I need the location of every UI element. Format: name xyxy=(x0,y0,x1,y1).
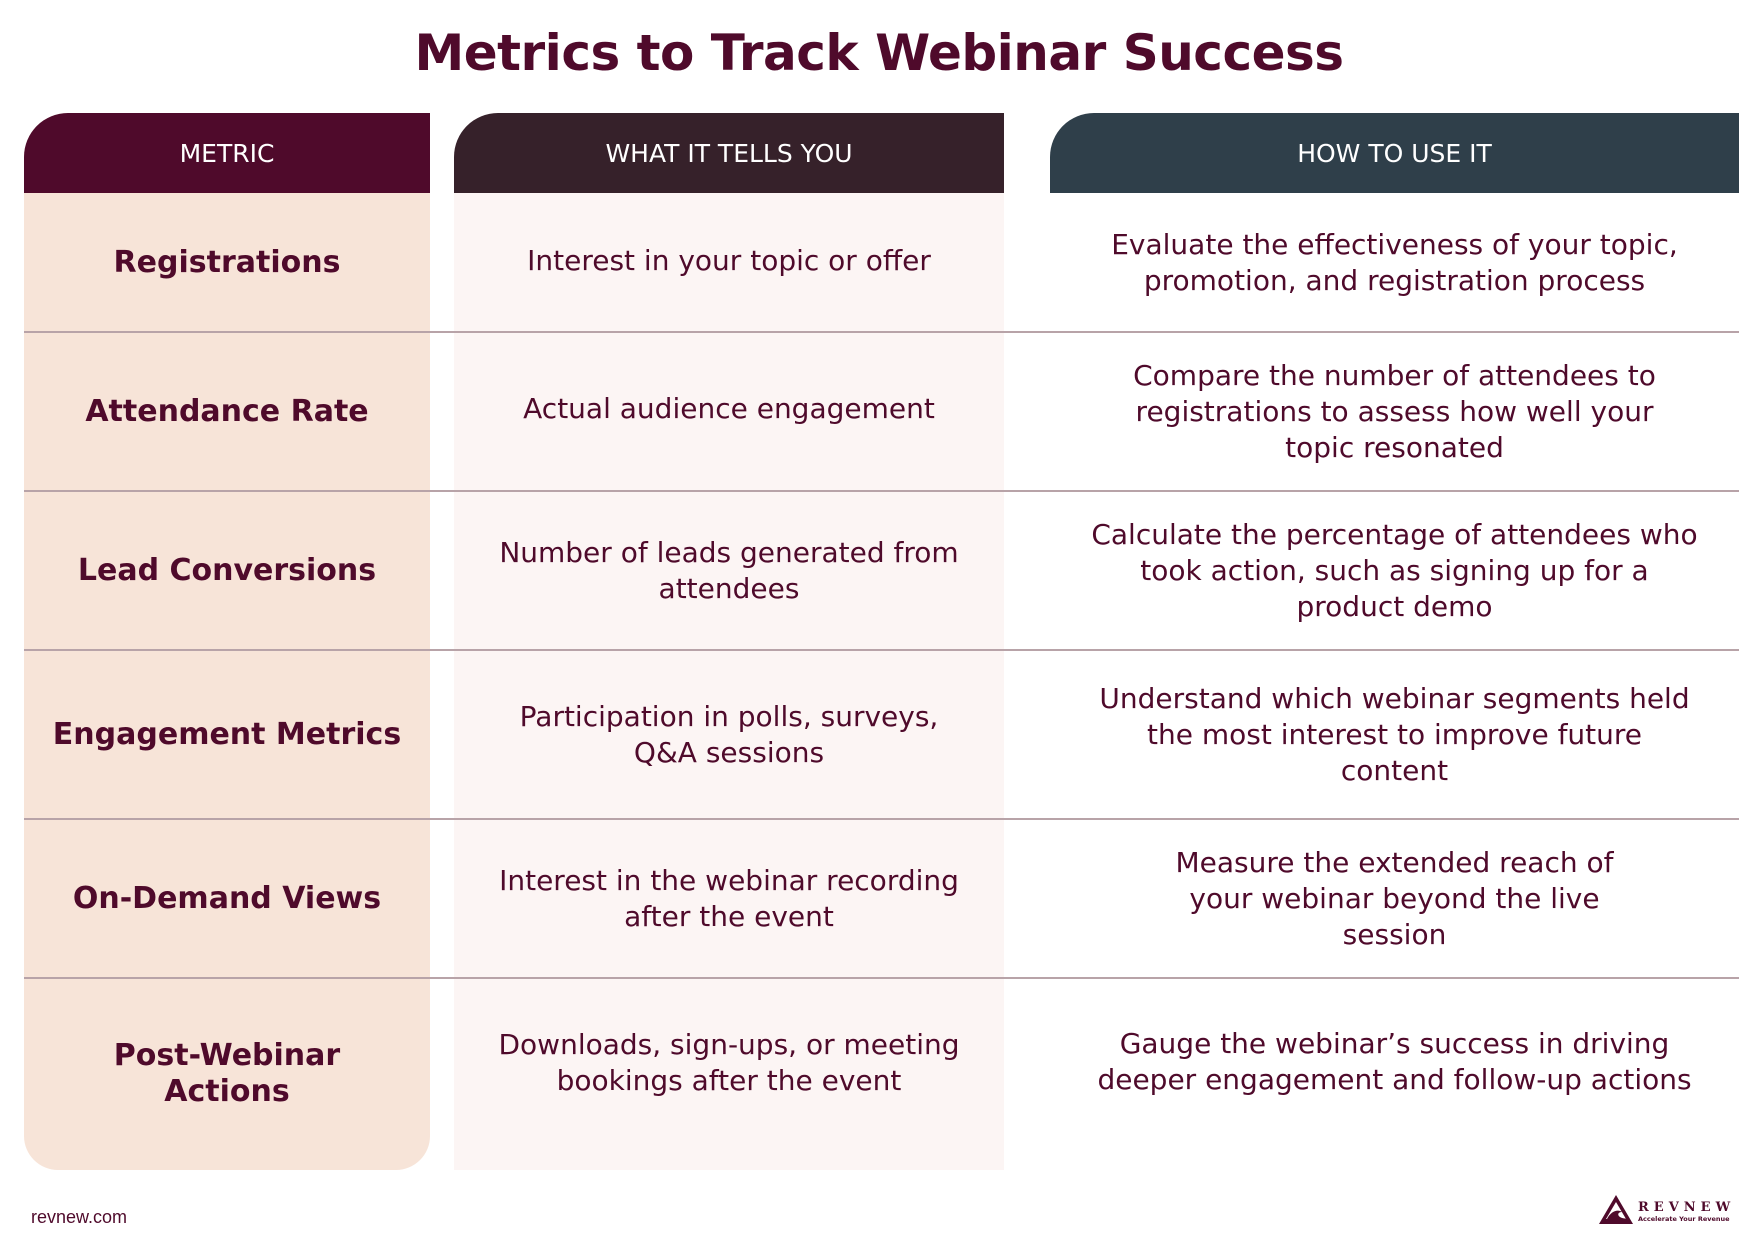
what-cell: Participation in polls, surveys, Q&A ses… xyxy=(519,699,939,769)
how-cell: Understand which webinar segments held t… xyxy=(1099,681,1690,787)
how-header: HOW TO USE IT xyxy=(1050,113,1739,193)
what-cell: Downloads, sign-ups, or meeting bookings… xyxy=(498,1028,960,1097)
metric-header: METRIC xyxy=(24,113,430,193)
logo-name: REVNEW xyxy=(1638,1199,1736,1215)
how-column: HOW TO USE IT Evaluate the effectiveness… xyxy=(1050,113,1739,1170)
what-cell: Interest in the webinar recording after … xyxy=(499,863,959,933)
how-cell: Calculate the percentage of attendees wh… xyxy=(1091,517,1698,623)
what-cell: Number of leads generated from attendees xyxy=(499,535,959,605)
what-column: WHAT IT TELLS YOU Interest in your topic… xyxy=(454,113,1004,1170)
mountain-wave-triangle-icon xyxy=(1598,1193,1634,1229)
page-title: Metrics to Track Webinar Success xyxy=(414,24,1344,82)
metric-cell: Post-Webinar Actions xyxy=(113,1038,341,1109)
how-cell: Compare the number of attendees to regis… xyxy=(1133,358,1656,464)
footer-url: revnew.com xyxy=(31,1207,128,1227)
what-header: WHAT IT TELLS YOU xyxy=(454,113,1004,193)
row-divider xyxy=(24,331,1739,333)
row-divider xyxy=(24,649,1739,651)
metric-column: METRIC Registrations Attendance Rate Lea… xyxy=(24,113,430,1170)
how-cell: Evaluate the effectiveness of your topic… xyxy=(1111,227,1678,297)
what-cell: Actual audience engagement xyxy=(523,391,935,425)
what-cell: Interest in your topic or offer xyxy=(527,243,931,277)
metric-cell: Registrations xyxy=(113,244,341,280)
metric-cell: Engagement Metrics xyxy=(52,716,402,752)
logo-tagline: Accelerate Your Revenue xyxy=(1638,1214,1730,1223)
row-divider xyxy=(24,490,1739,492)
revnew-logo: REVNEW Accelerate Your Revenue xyxy=(1598,1193,1735,1229)
how-cell: Measure the extended reach of your webin… xyxy=(1175,845,1614,951)
row-divider xyxy=(24,977,1739,979)
metric-cell: Lead Conversions xyxy=(77,552,377,588)
metric-cell: Attendance Rate xyxy=(85,393,369,429)
metric-cell: On-Demand Views xyxy=(72,880,382,916)
row-divider xyxy=(24,818,1739,820)
how-cell: Gauge the webinar’s success in driving d… xyxy=(1097,1027,1692,1096)
